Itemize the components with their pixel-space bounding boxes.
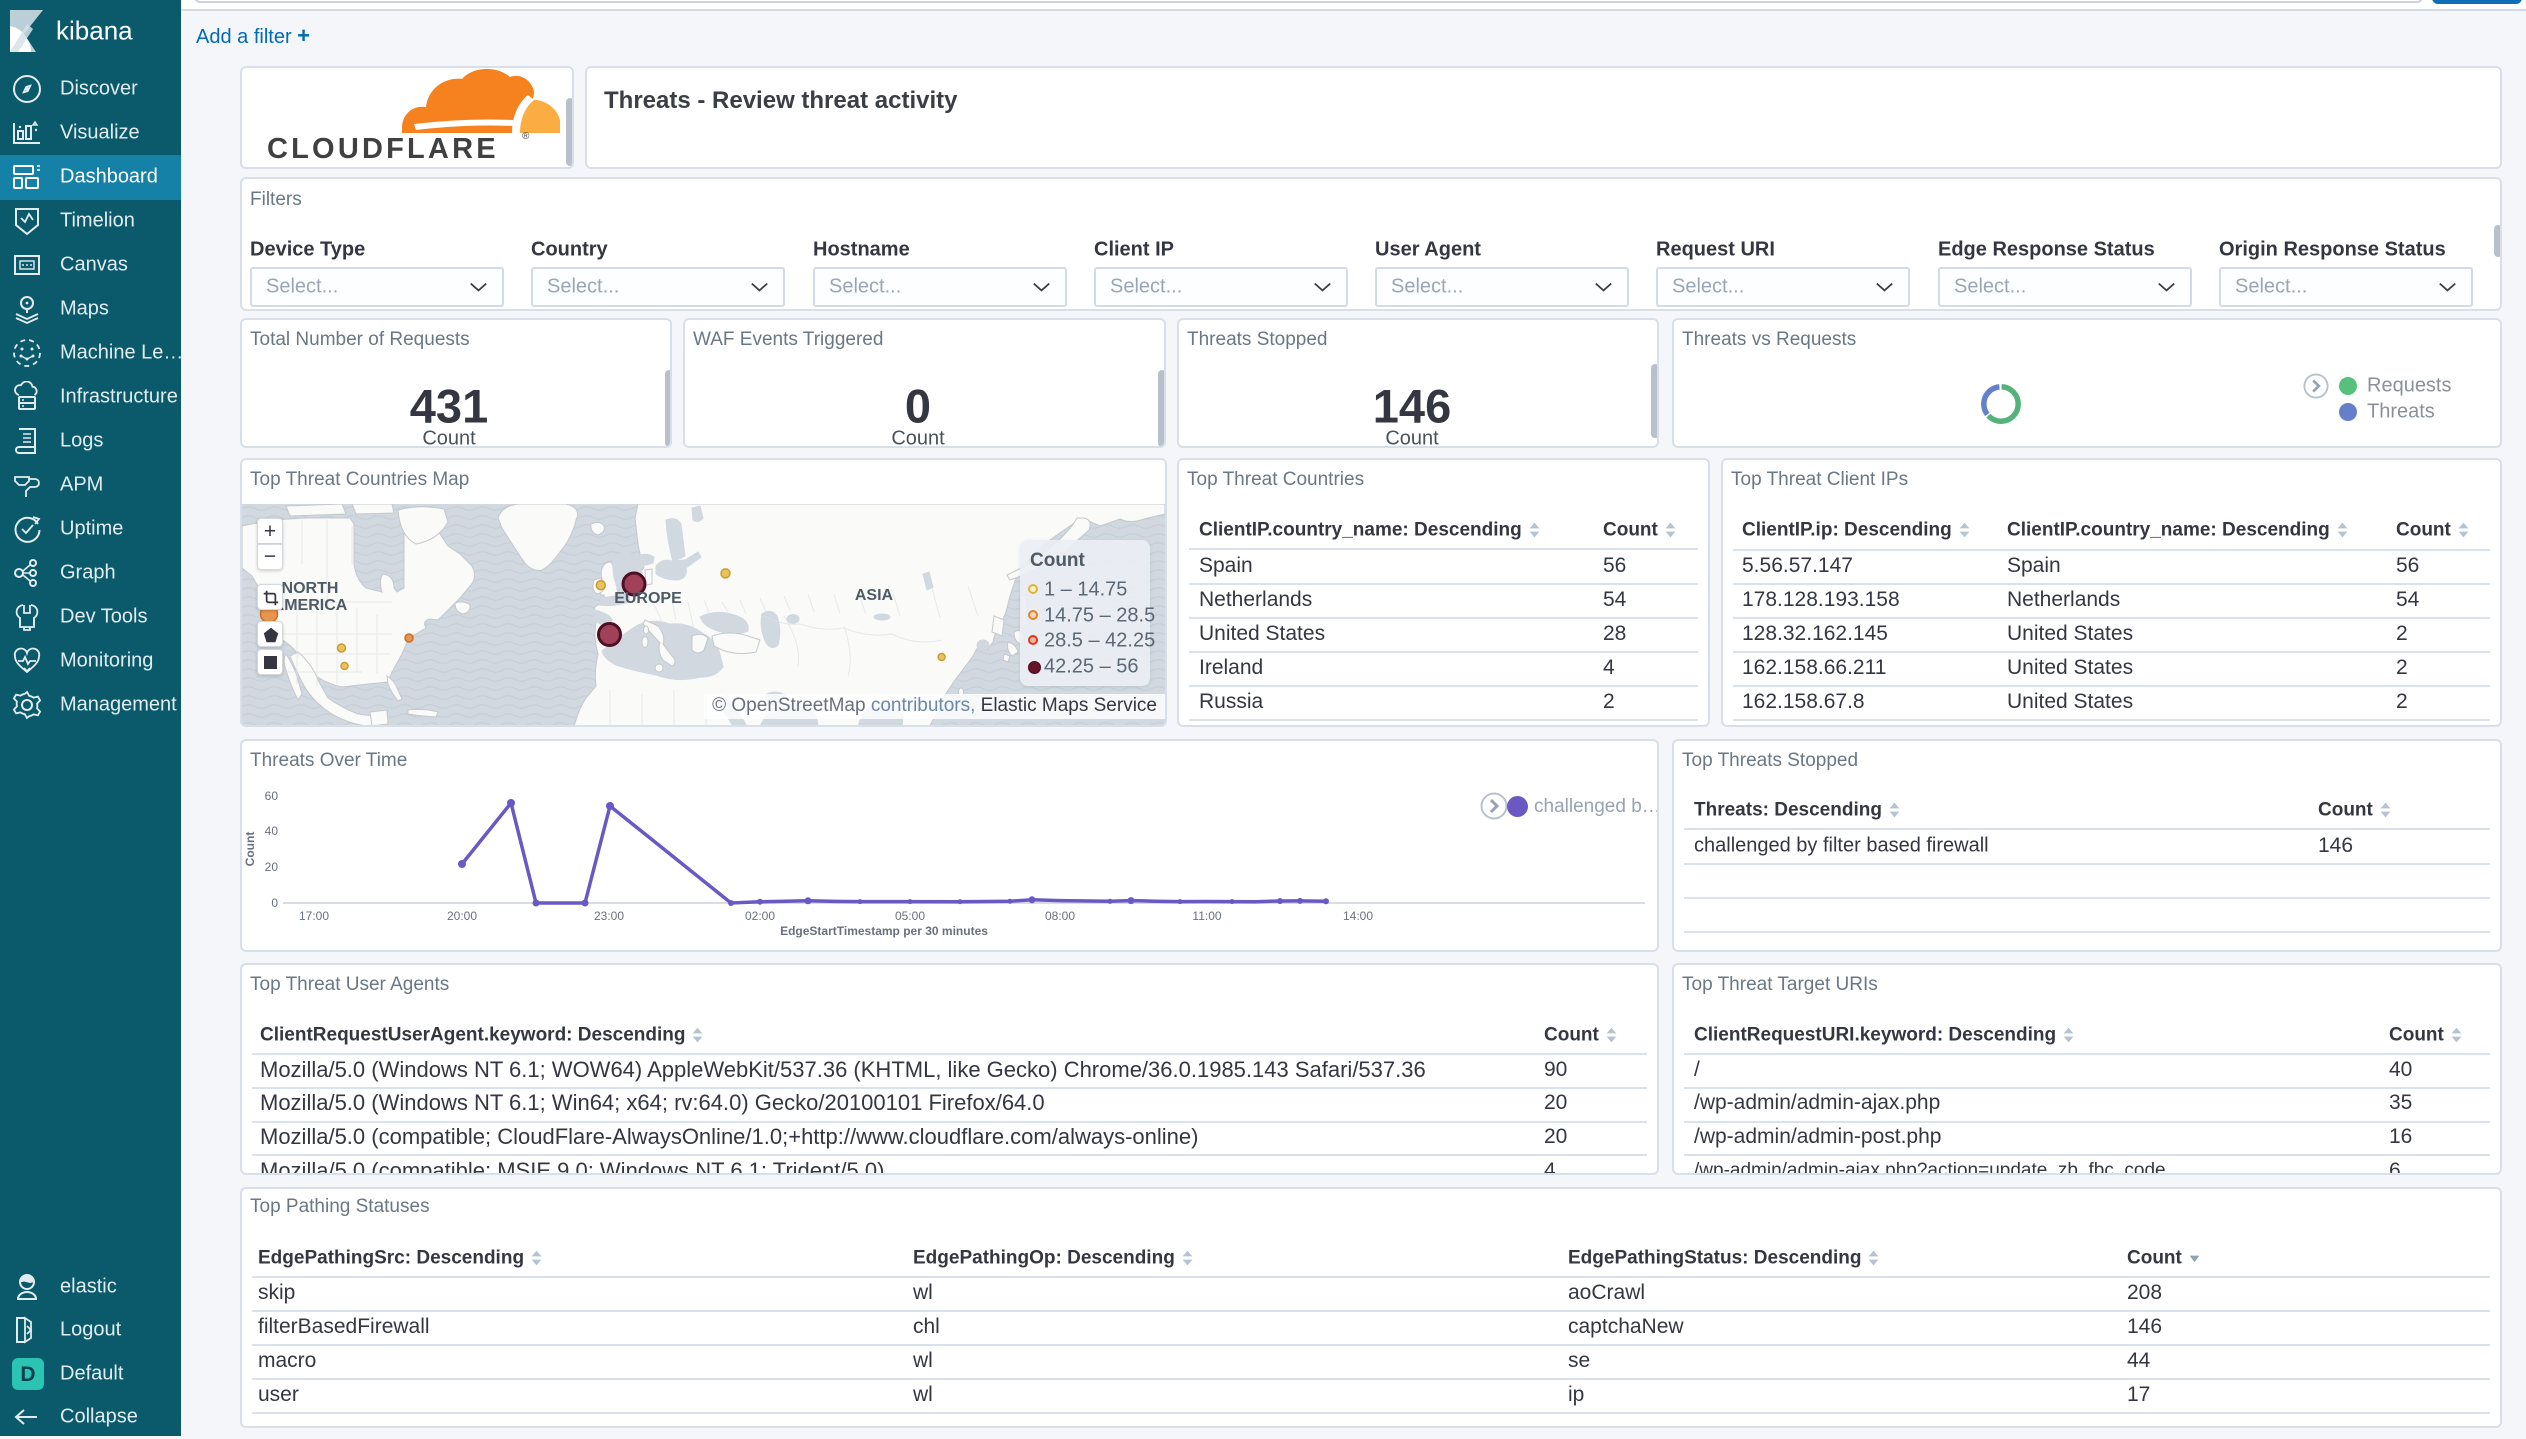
svg-text:®: ® bbox=[522, 131, 530, 142]
svg-text:NORTH: NORTH bbox=[282, 580, 339, 597]
svg-text:D: D bbox=[20, 1363, 35, 1386]
svg-text:AMERICA: AMERICA bbox=[273, 597, 348, 614]
svg-text:EUROPE: EUROPE bbox=[614, 590, 682, 607]
svg-text:ASIA: ASIA bbox=[855, 587, 894, 604]
svg-text:CLOUDFLARE: CLOUDFLARE bbox=[267, 133, 499, 165]
